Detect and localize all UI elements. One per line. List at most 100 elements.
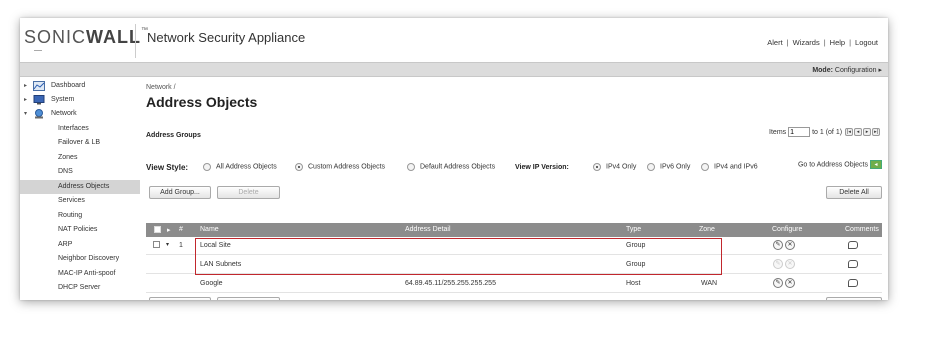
sidebar-item-label: MAC-IP Anti-spoof <box>58 270 116 277</box>
sidebar-item-network[interactable]: ▾ Network <box>20 107 140 121</box>
row-configure: ✎ ✕ <box>773 259 797 269</box>
row-zone: WAN <box>701 280 718 287</box>
edit-icon: ✎ <box>773 259 783 269</box>
radio-selected-icon[interactable] <box>295 163 303 171</box>
delete-button-bottom[interactable]: Delete <box>217 297 280 300</box>
col-number: # <box>179 226 183 233</box>
breadcrumb[interactable]: Network / <box>146 84 176 91</box>
radio-ipv6-only[interactable]: IPv6 Only <box>647 163 690 171</box>
delete-button[interactable]: Delete <box>217 186 280 199</box>
radio-selected-icon[interactable] <box>593 163 601 171</box>
sidebar-item-label: Zones <box>58 154 78 161</box>
table-row[interactable]: LAN Subnets Group ✎ ✕ <box>146 256 882 274</box>
table-row[interactable]: Google 64.89.45.11/255.255.255.255 Host … <box>146 275 882 293</box>
next-page-icon[interactable]: ▸ <box>863 128 871 136</box>
wizards-link[interactable]: Wizards <box>793 38 820 47</box>
pager-controls: |◂ ◂ ▸ ▸| <box>844 128 880 136</box>
delete-all-button[interactable]: Delete All <box>826 186 882 199</box>
goto-address-objects-link[interactable]: Go to Address Objects ◂ <box>798 160 882 169</box>
col-zone[interactable]: Zone <box>699 226 715 233</box>
collapse-arrow-icon[interactable]: ▾ <box>166 241 169 248</box>
row-number: 1 <box>179 242 183 249</box>
delete-icon[interactable]: ✕ <box>785 240 795 250</box>
row-configure: ✎ ✕ <box>773 240 797 250</box>
sidebar-item-zones[interactable]: Zones <box>20 151 140 165</box>
alert-link[interactable]: Alert <box>767 38 782 47</box>
mode-indicator[interactable]: Mode: Configuration ▸ <box>812 66 882 74</box>
row-type: Group <box>626 242 646 249</box>
sidebar-item-address-objects[interactable]: Address Objects <box>20 180 140 194</box>
app-title: Network Security Appliance <box>147 30 306 45</box>
edit-icon[interactable]: ✎ <box>773 278 783 288</box>
radio-ipv4-only[interactable]: IPv4 Only <box>593 163 636 171</box>
sidebar-item-dns[interactable]: DNS <box>20 165 140 179</box>
radio-icon[interactable] <box>701 163 709 171</box>
first-page-icon[interactable]: |◂ <box>845 128 853 136</box>
row-name: Google <box>200 280 223 287</box>
comment-icon[interactable] <box>848 279 858 289</box>
sidebar-item-mac-ip-anti-spoof[interactable]: MAC-IP Anti-spoof <box>20 267 140 281</box>
last-page-icon[interactable]: ▸| <box>872 128 880 136</box>
edit-icon[interactable]: ✎ <box>773 240 783 250</box>
table-row[interactable]: ▾ 1 Local Site Group ✎ ✕ <box>146 237 882 255</box>
sidebar: ▸ Dashboard ▸ System ▾ Network Interface… <box>20 77 140 300</box>
radio-all-address-objects[interactable]: All Address Objects <box>203 163 277 171</box>
radio-default-address-objects[interactable]: Default Address Objects <box>407 163 495 171</box>
sidebar-item-arp[interactable]: ARP <box>20 238 140 252</box>
row-name: Local Site <box>200 242 231 249</box>
col-address-detail[interactable]: Address Detail <box>405 226 451 233</box>
dashboard-icon <box>33 81 45 91</box>
sidebar-item-dhcp-server[interactable]: DHCP Server <box>20 281 140 295</box>
logout-link[interactable]: Logout <box>855 38 878 47</box>
pagination: Items to 1 (of 1) |◂◂▸▸| <box>769 127 880 137</box>
col-name[interactable]: Name <box>200 226 219 233</box>
radio-custom-address-objects[interactable]: Custom Address Objects <box>295 163 385 171</box>
delete-icon[interactable]: ✕ <box>785 278 795 288</box>
radio-icon[interactable] <box>647 163 655 171</box>
comment-icon[interactable] <box>848 241 858 251</box>
items-range: to 1 (of 1) <box>812 128 843 136</box>
sidebar-item-services[interactable]: Services <box>20 194 140 208</box>
prev-page-icon[interactable]: ◂ <box>854 128 862 136</box>
sidebar-item-label: Neighbor Discovery <box>58 255 120 262</box>
items-label: Items <box>769 128 787 136</box>
sidebar-item-failover-lb[interactable]: Failover & LB <box>20 136 140 150</box>
ip-version-label: View IP Version: <box>515 164 569 171</box>
sidebar-item-label: Dashboard <box>51 82 86 89</box>
sidebar-item-neighbor-discovery[interactable]: Neighbor Discovery <box>20 252 140 266</box>
mode-bar: Mode: Configuration ▸ <box>20 62 888 77</box>
sidebar-item-interfaces[interactable]: Interfaces <box>20 122 140 136</box>
expand-arrow-icon[interactable]: ▸ <box>24 79 27 93</box>
col-type[interactable]: Type <box>626 226 641 233</box>
row-type: Group <box>626 261 646 268</box>
sonicwall-logo: SONICWALL™ <box>24 27 150 47</box>
expand-all-icon[interactable]: ▸ <box>167 226 171 234</box>
view-style-label: View Style: <box>146 163 189 172</box>
sidebar-item-system[interactable]: ▸ System <box>20 93 140 107</box>
sidebar-item-routing[interactable]: Routing <box>20 209 140 223</box>
col-configure: Configure <box>772 226 803 233</box>
add-group-button[interactable]: Add Group... <box>149 186 211 199</box>
radio-icon[interactable] <box>203 163 211 171</box>
collapse-arrow-icon[interactable]: ▾ <box>24 107 27 121</box>
comment-icon[interactable] <box>848 260 858 270</box>
expand-arrow-icon[interactable]: ▸ <box>24 93 27 107</box>
radio-icon[interactable] <box>407 163 415 171</box>
select-all-checkbox[interactable] <box>154 226 161 235</box>
row-checkbox[interactable] <box>153 241 160 250</box>
sidebar-item-label: Address Objects <box>58 183 110 190</box>
radio-ipv4-and-ipv6[interactable]: IPv4 and IPv6 <box>701 163 758 171</box>
add-group-button-bottom[interactable]: Add Group... <box>149 297 211 300</box>
sidebar-item-nat-policies[interactable]: NAT Policies <box>20 223 140 237</box>
network-icon <box>35 109 43 119</box>
items-start-input[interactable] <box>788 127 811 137</box>
header: SONICWALL™ Network Security Appliance Al… <box>20 18 888 62</box>
goto-arrow-icon: ◂ <box>870 160 882 169</box>
help-link[interactable]: Help <box>830 38 845 47</box>
page-title: Address Objects <box>146 94 258 110</box>
delete-all-button-bottom[interactable]: Delete All <box>826 297 882 300</box>
app-window: SONICWALL™ Network Security Appliance Al… <box>20 18 888 300</box>
sidebar-item-dashboard[interactable]: ▸ Dashboard <box>20 79 140 93</box>
sidebar-item-label: DHCP Server <box>58 284 101 291</box>
table-header: ▸ # Name Address Detail Type Zone Config… <box>146 223 882 237</box>
